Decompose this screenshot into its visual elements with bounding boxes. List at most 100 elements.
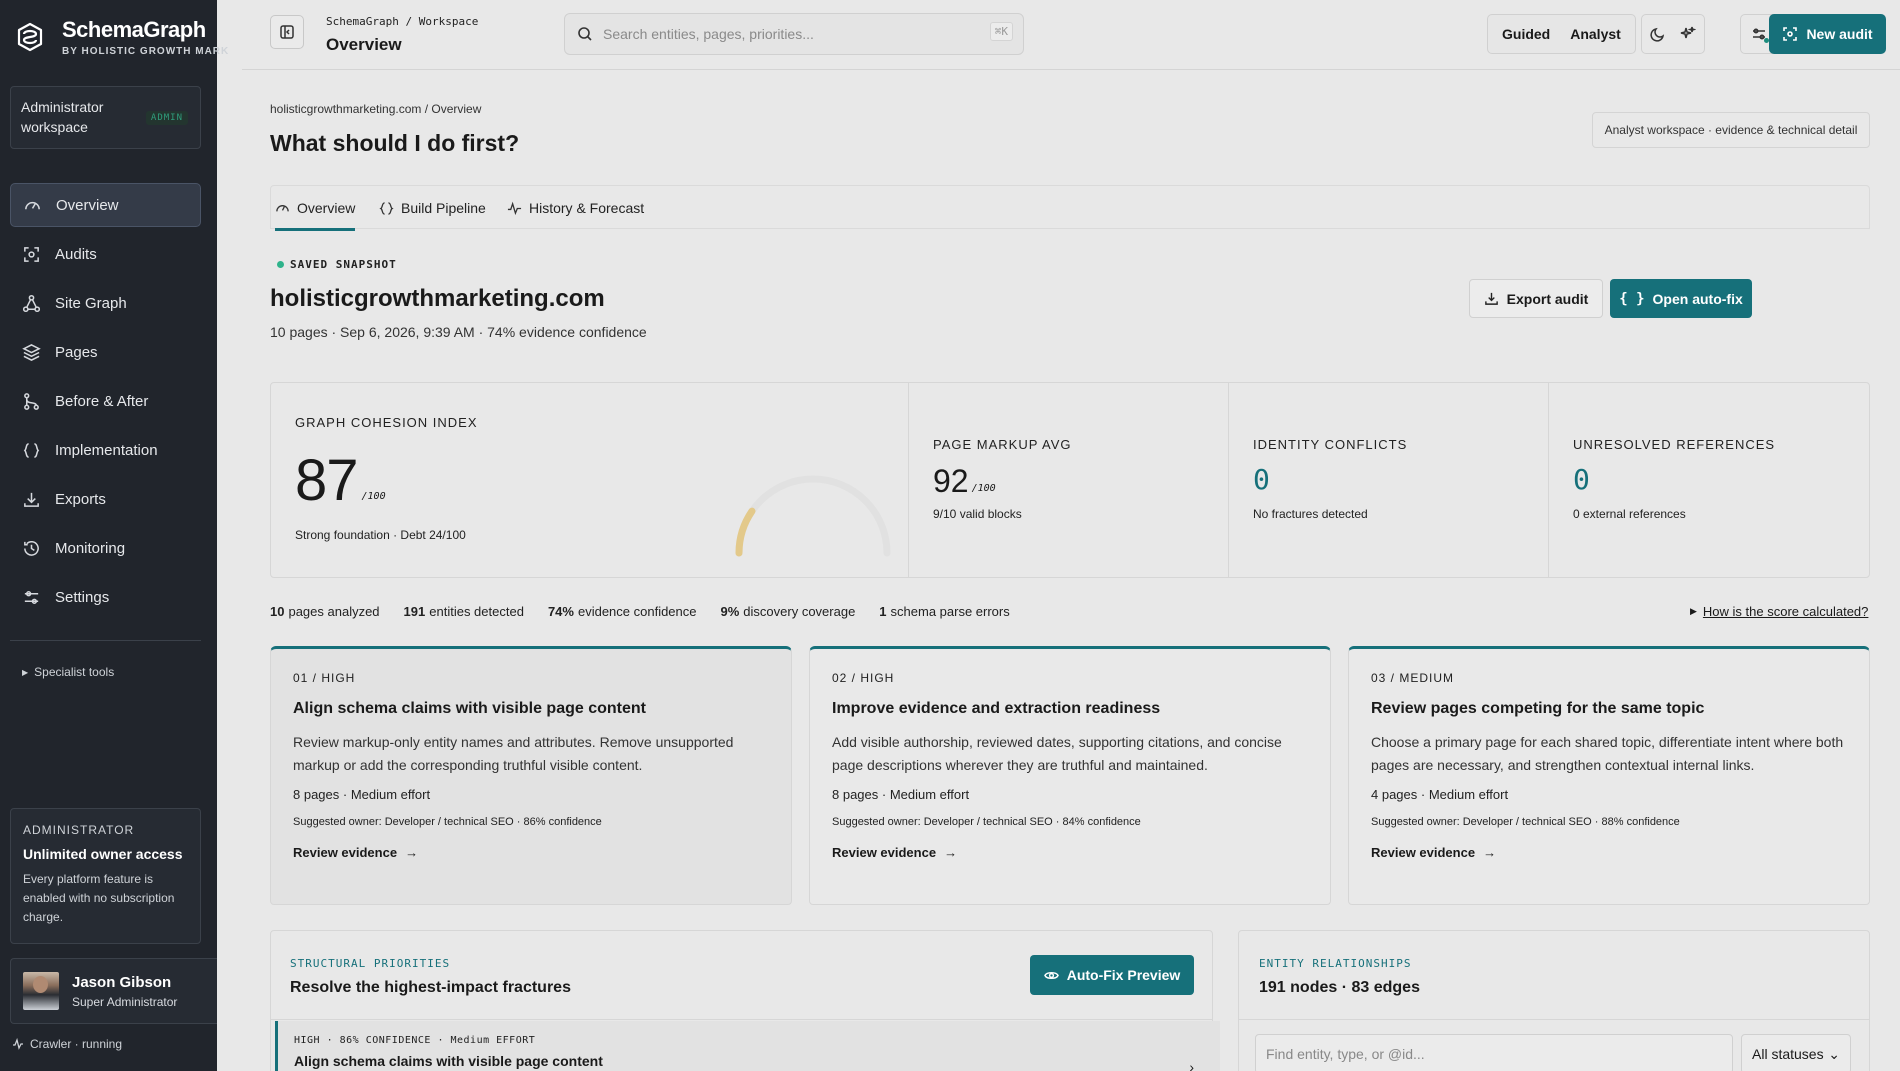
score-explainer-toggle[interactable]: ▶ How is the score calculated?	[1690, 604, 1868, 619]
stat-label: pages analyzed	[288, 604, 380, 619]
metric-note: 9/10 valid blocks	[933, 507, 1022, 521]
review-evidence-link[interactable]: Review evidence →	[293, 845, 769, 860]
avatar	[23, 972, 59, 1010]
sparkles-icon[interactable]	[1680, 26, 1696, 42]
sidebar-item-label: Before & After	[55, 392, 149, 410]
structural-priorities-panel: STRUCTURAL PRIORITIES Resolve the highes…	[270, 930, 1220, 1071]
sidebar-item-site-graph[interactable]: Site Graph	[10, 281, 201, 325]
sidebar-item-label: Audits	[55, 245, 97, 263]
review-evidence-link[interactable]: Review evidence →	[1371, 845, 1847, 860]
download-icon	[1484, 292, 1498, 305]
divider	[1239, 1019, 1869, 1020]
metric-unresolved-references: UNRESOLVED REFERENCES 0 0 external refer…	[1549, 383, 1869, 577]
brand[interactable]: SchemaGraph BY HOLISTIC GROWTH MARK	[14, 18, 229, 57]
metric-max: /100	[361, 491, 386, 502]
new-audit-label: New audit	[1806, 26, 1873, 42]
search-icon	[578, 27, 592, 41]
stat-item: 10 pages analyzed	[270, 604, 380, 619]
braces-icon: { }	[1619, 290, 1645, 307]
status-filter-select[interactable]: All statuses ⌄	[1741, 1034, 1851, 1071]
sidebar-item-pages[interactable]: Pages	[10, 330, 201, 374]
workspace-title: Administrator workspace	[21, 99, 104, 135]
stat-item: 9% discovery coverage	[721, 604, 856, 619]
sidebar-item-audits[interactable]: Audits	[10, 232, 201, 276]
stat-value: 10	[270, 604, 285, 619]
sidebar-item-monitoring[interactable]: Monitoring	[10, 526, 201, 570]
search-shortcut: ⌘K	[989, 22, 1013, 41]
specialist-tools-label: Specialist tools	[34, 665, 115, 679]
admin-title: Unlimited owner access	[23, 846, 183, 862]
braces-icon	[23, 442, 40, 458]
metric-note: No fractures detected	[1253, 507, 1368, 521]
row-kicker: HIGH · 86% CONFIDENCE · Medium EFFORT	[294, 1035, 536, 1046]
tab-label: Build Pipeline	[401, 200, 486, 216]
sidebar-item-exports[interactable]: Exports	[10, 477, 201, 521]
stat-label: entities detected	[429, 604, 524, 619]
autofix-preview-button[interactable]: Auto-Fix Preview	[1030, 955, 1194, 995]
status-dot	[277, 261, 284, 268]
structural-priority-row[interactable]: HIGH · 86% CONFIDENCE · Medium EFFORT Al…	[275, 1021, 1220, 1071]
mode-toggle: Guided Analyst	[1487, 14, 1636, 54]
search-input[interactable]	[603, 26, 983, 42]
gauge-fill	[735, 507, 756, 557]
sidebar-item-label: Exports	[55, 490, 106, 508]
sidebar-item-overview[interactable]: Overview	[10, 183, 201, 227]
export-audit-button[interactable]: Export audit	[1469, 279, 1603, 318]
entity-search-input[interactable]	[1256, 1035, 1732, 1071]
autofix-preview-label: Auto-Fix Preview	[1066, 967, 1181, 983]
divider	[271, 1019, 1212, 1020]
global-search[interactable]: ⌘K	[564, 13, 1024, 55]
history-icon	[24, 540, 39, 556]
sidebar-collapse-button[interactable]	[270, 15, 304, 49]
tab-history-forecast[interactable]: History & Forecast	[507, 186, 644, 230]
caret-right-icon: ▶	[1690, 606, 1697, 616]
sidebar-item-before-after[interactable]: Before & After	[10, 379, 201, 423]
panel-kicker: ENTITY RELATIONSHIPS	[1259, 957, 1412, 970]
priority-description: Review markup-only entity names and attr…	[293, 734, 734, 773]
specialist-tools-toggle[interactable]: ▶ Specialist tools	[22, 665, 114, 679]
metric-identity-conflicts: IDENTITY CONFLICTS 0 No fractures detect…	[1229, 383, 1549, 577]
metric-label: PAGE MARKUP AVG	[933, 437, 1072, 452]
user-role: Super Administrator	[72, 994, 178, 1009]
stat-item: 74% evidence confidence	[548, 604, 697, 619]
entity-relationships-panel: ENTITY RELATIONSHIPS 191 nodes · 83 edge…	[1238, 930, 1870, 1071]
mode-guided-button[interactable]: Guided	[1492, 19, 1560, 49]
priority-cards: 01 / HIGH Align schema claims with visib…	[270, 646, 1870, 905]
topbar: SchemaGraph / Workspace Overview ⌘K Guid…	[242, 0, 1900, 70]
priority-card: 03 / MEDIUM Review pages competing for t…	[1348, 646, 1870, 905]
stat-label: schema parse errors	[890, 604, 1010, 619]
topbar-title: Overview	[326, 35, 402, 54]
user-profile[interactable]: Jason Gibson Super Administrator	[10, 958, 217, 1024]
sidebar-item-settings[interactable]: Settings	[10, 575, 201, 619]
stat-value: 1	[879, 604, 887, 619]
git-branch-icon	[24, 392, 39, 410]
review-evidence-link[interactable]: Review evidence →	[832, 845, 1308, 860]
moon-icon[interactable]	[1650, 26, 1666, 42]
metric-value: 0	[1253, 463, 1270, 496]
arrow-right-icon: →	[1483, 845, 1497, 860]
open-autofix-button[interactable]: { } Open auto-fix	[1610, 279, 1752, 318]
cohesion-gauge	[735, 475, 891, 557]
workspace-switcher[interactable]: Administrator workspace ADMIN	[10, 86, 201, 149]
tab-overview[interactable]: Overview	[275, 186, 356, 231]
tab-build-pipeline[interactable]: Build Pipeline	[379, 186, 486, 230]
priority-title: Align schema claims with visible page co…	[293, 700, 646, 717]
entity-search[interactable]	[1255, 1034, 1733, 1071]
new-audit-button[interactable]: New audit	[1769, 14, 1886, 54]
arrow-right-icon: →	[405, 845, 419, 860]
priority-description: Choose a primary page for each shared to…	[1371, 734, 1844, 773]
crawler-status-label: Crawler · running	[30, 1037, 123, 1051]
mode-analyst-button[interactable]: Analyst	[1560, 19, 1631, 49]
metric-value: 0	[1573, 463, 1590, 496]
user-name: Jason Gibson	[72, 973, 172, 991]
priority-description: Add visible authorship, reviewed dates, …	[832, 734, 1282, 773]
workspace-mode-pill: Analyst workspace · evidence & technical…	[1592, 112, 1870, 148]
chevron-down-icon: ⌄	[1828, 1045, 1840, 1062]
priority-owner: Suggested owner: Developer / technical S…	[1371, 816, 1680, 828]
metric-cohesion: GRAPH COHESION INDEX 87 /100 Strong foun…	[271, 383, 909, 577]
admin-access-card: ADMINISTRATOR Unlimited owner access Eve…	[10, 808, 201, 944]
page-title: What should I do first?	[270, 130, 520, 156]
sidebar-item-implementation[interactable]: Implementation	[10, 428, 201, 472]
layers-icon	[22, 343, 41, 361]
view-tabs: Overview Build Pipeline History & Foreca…	[270, 185, 1870, 231]
